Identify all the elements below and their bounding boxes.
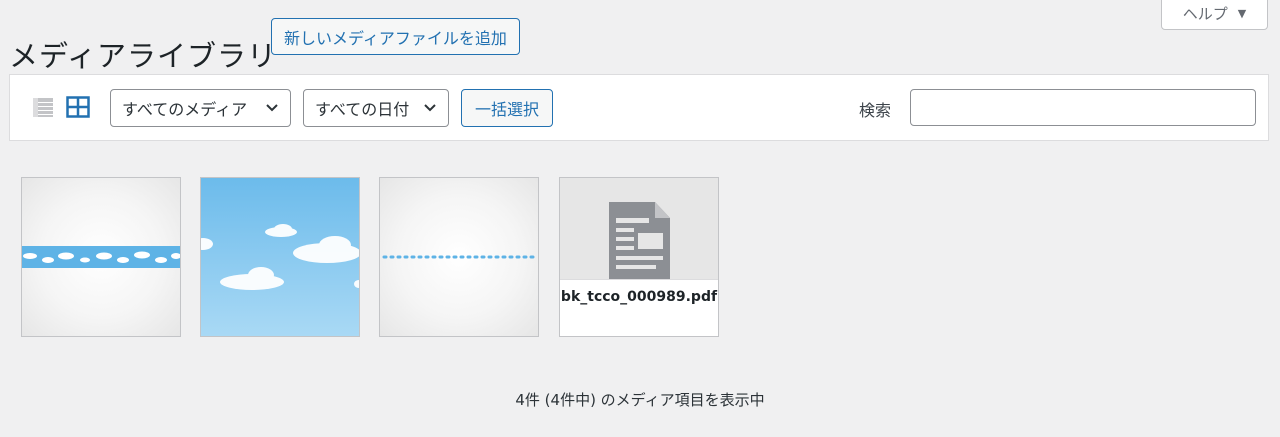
list-view-icon[interactable] xyxy=(32,96,54,118)
media-count-text: 4件 (4件中) のメディア項目を表示中 xyxy=(515,391,765,409)
add-new-media-button[interactable]: 新しいメディアファイルを追加 xyxy=(271,18,520,55)
media-item[interactable] xyxy=(21,177,181,337)
search-label: 検索 xyxy=(859,101,892,120)
chevron-down-icon xyxy=(266,104,278,112)
media-thumbnail xyxy=(201,224,359,290)
date-filter-value: すべての日付 xyxy=(315,100,410,119)
media-type-filter-value: すべてのメディア xyxy=(122,100,248,119)
search-input[interactable] xyxy=(910,89,1256,126)
document-icon xyxy=(609,202,670,280)
caret-down-icon: ▼ xyxy=(1237,6,1247,20)
media-thumbnail xyxy=(382,255,538,259)
chevron-down-icon xyxy=(424,104,436,112)
media-item[interactable] xyxy=(200,177,360,337)
bulk-select-button[interactable]: 一括選択 xyxy=(461,89,553,127)
media-item[interactable] xyxy=(379,177,539,337)
page-title: メディアライブラリ xyxy=(9,39,277,74)
help-tab[interactable]: ヘルプ ▼ xyxy=(1161,0,1268,30)
media-toolbar: すべてのメディア すべての日付 一括選択 検索 xyxy=(9,74,1269,141)
media-thumbnail xyxy=(22,246,180,268)
help-label: ヘルプ xyxy=(1182,4,1228,23)
date-filter[interactable]: すべての日付 xyxy=(303,89,449,127)
media-type-filter[interactable]: すべてのメディア xyxy=(110,89,291,127)
media-item[interactable]: bk_tcco_000989.pdf xyxy=(559,177,719,337)
file-name: bk_tcco_000989.pdf xyxy=(560,279,718,336)
grid-view-icon[interactable] xyxy=(66,96,90,118)
